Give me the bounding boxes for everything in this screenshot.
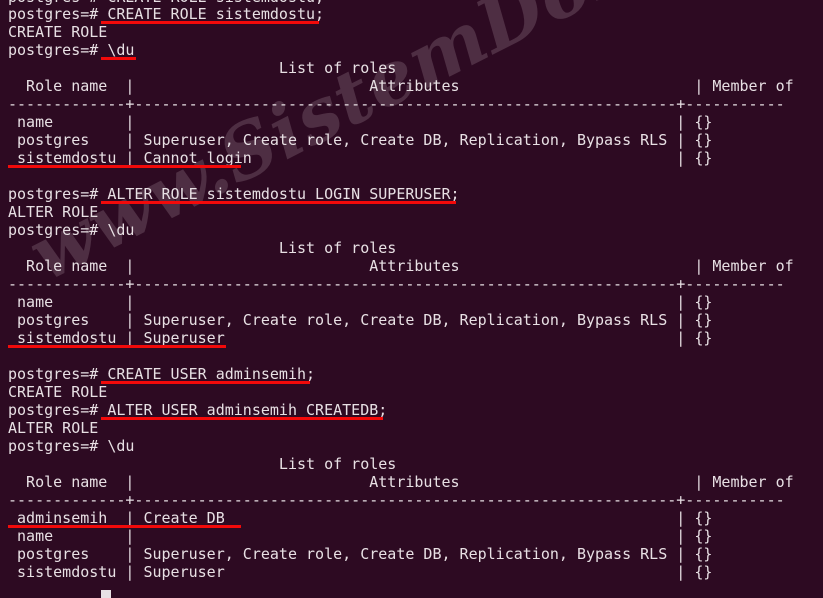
red-underline-annotation: [8, 165, 241, 168]
terminal-line: sistemdostu | Superuser | {}: [8, 563, 713, 581]
terminal-screen[interactable]: postgres=# CREATE ROLE sistemdostu;postg…: [0, 0, 823, 598]
red-underline-annotation: [101, 21, 319, 24]
red-underline-annotation: [101, 417, 383, 420]
terminal-window[interactable]: www.SistemDostu.com postgres=# CREATE RO…: [0, 0, 823, 598]
red-underline-annotation: [101, 201, 456, 204]
red-underline-annotation: [101, 381, 310, 384]
terminal-cursor: [101, 590, 111, 598]
red-underline-annotation: [101, 57, 136, 60]
red-underline-annotation: [8, 525, 241, 528]
red-underline-annotation: [8, 345, 226, 348]
